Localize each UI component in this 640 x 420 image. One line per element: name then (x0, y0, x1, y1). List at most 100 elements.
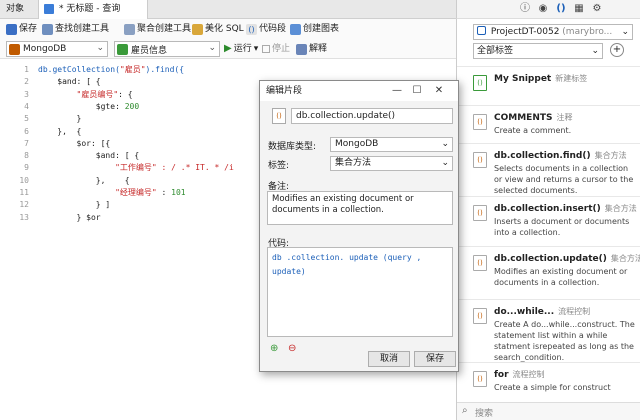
run-dropdown-icon: ▾ (253, 44, 259, 54)
aggregate-builder-button[interactable]: 聚合创建工具 (124, 22, 191, 36)
code-token: } $or (38, 212, 101, 222)
code-token: $and: [ { (38, 77, 101, 87)
close-icon[interactable]: ✕ (432, 83, 446, 99)
snippet-category: 集合方法 (604, 204, 637, 213)
tab-query[interactable]: * 无标题 - 查询 (38, 0, 148, 19)
snippet-file-icon: () (272, 108, 286, 124)
code-token: $gte: (38, 101, 125, 111)
tag-select[interactable]: 集合方法 ⌄ (330, 156, 453, 171)
snippet-category: 流程控制 (558, 307, 591, 316)
snippet-title-text: db.collection.update() (494, 254, 607, 264)
code-line: } $or (38, 213, 101, 223)
code-token: "工作编号" : / .* IT. * /i (115, 163, 234, 173)
create-chart-button[interactable]: 创建图表 (290, 22, 339, 36)
db-type-select[interactable]: MongoDB ⌄ (330, 137, 453, 152)
code-line: $and: [ { (38, 151, 139, 161)
save-snippet-button[interactable]: 保存 (414, 351, 456, 367)
grid-icon[interactable]: ▦ (573, 3, 585, 15)
code-line: }, { (38, 127, 81, 137)
eye-icon[interactable]: ◉ (537, 3, 549, 15)
snippet-item[interactable]: () My Snippet 新建标签 (457, 66, 640, 105)
save-button[interactable]: 保存 (6, 22, 37, 36)
code-token: 101 (171, 188, 186, 197)
stop-button[interactable]: 停止 (262, 42, 290, 56)
braces-icon[interactable]: () (555, 3, 567, 15)
beautify-button[interactable]: 美化 SQL (192, 22, 244, 36)
project-icon (477, 26, 486, 35)
play-icon: ▶ (224, 43, 232, 54)
snippet-title-text: db.collection.insert() (494, 204, 601, 214)
code-token: } ] (38, 200, 111, 210)
tag-filter-select[interactable]: 全部标签 ⌄ (473, 43, 603, 59)
add-snippet-icon[interactable]: + (610, 43, 624, 57)
tab-objects[interactable]: 对象 (0, 0, 38, 19)
snippet-title-text: COMMENTS (494, 113, 553, 123)
explain-button[interactable]: 解释 (296, 42, 327, 56)
snippet-button[interactable]: () 代码段 (246, 22, 286, 36)
maximize-icon[interactable]: ☐ (410, 83, 424, 99)
line-number: 12 (19, 200, 29, 210)
chart-icon (290, 23, 301, 35)
chevron-down-icon: ⌄ (591, 46, 599, 56)
minimize-icon[interactable]: — (390, 83, 404, 99)
snippet-description: Create A do...while...construct. The sta… (494, 320, 635, 362)
snippet-category: 新建标签 (555, 74, 588, 83)
snippet-search[interactable]: ⌕ 搜索 (457, 402, 640, 420)
beautify-icon (192, 23, 203, 35)
snippet-icon: () (473, 308, 487, 324)
snippet-description: Create a comment. (494, 126, 572, 135)
snippet-description: Inserts a document or documents into a c… (494, 217, 630, 237)
snippet-icon: () (473, 255, 487, 271)
snippet-item[interactable]: () db.collection.insert() 集合方法 Inserts a do… (457, 196, 640, 246)
snippet-icon: () (473, 205, 487, 221)
snippet-name-input[interactable]: db.collection.update() (291, 108, 453, 124)
snippet-category: 集合方法 (594, 151, 627, 160)
snippet-item[interactable]: () do...while... 流程控制 Create A do...while..… (457, 299, 640, 362)
code-token: db.getCollection( (38, 65, 120, 74)
note-textarea[interactable]: Modifies an existing document or documen… (267, 191, 453, 225)
line-number: 3 (24, 89, 29, 99)
code-token: $or: [{ (38, 138, 111, 148)
snippet-title: do...while... 流程控制 (494, 306, 590, 317)
search-icon: ⌕ (462, 405, 468, 416)
run-button[interactable]: ▶ 运行 ▾ (224, 42, 258, 56)
code-token: "经理编号" (115, 188, 157, 197)
dialog-titlebar: 编辑片段 — ☐ ✕ (260, 81, 458, 101)
code-token: "雇员" (119, 65, 146, 74)
snippet-icon: () (473, 75, 487, 91)
edit-snippet-dialog: 编辑片段 — ☐ ✕ () db.collection.update() 数据库… (259, 80, 459, 372)
snippet-description: Selects documents in a collection or vie… (494, 164, 634, 195)
find-builder-button[interactable]: 查找创建工具 (42, 22, 109, 36)
code-textarea[interactable]: db .collection. update (query , update) (267, 247, 453, 337)
tab-query-label: * 无标题 - 查询 (59, 4, 121, 14)
cancel-button[interactable]: 取消 (368, 351, 410, 367)
line-number: 6 (24, 126, 29, 136)
snippet-category: 注释 (556, 113, 573, 122)
connection-select[interactable]: MongoDB ⌄ (6, 41, 108, 57)
code-token: $and: [ { (38, 151, 140, 161)
main-toolbar: 保存 查找创建工具 聚合创建工具 美化 SQL () 代码段 创建图表 (0, 19, 456, 39)
gear-icon[interactable]: ⚙ (591, 3, 603, 15)
snippet-item[interactable]: () db.collection.update() 集合方法 Modifies an … (457, 246, 640, 299)
line-number: 7 (24, 138, 29, 148)
project-select[interactable]: ProjectDT-0052 (marybro... ⌄ (473, 24, 633, 40)
snippet-item[interactable]: () db.collection.find() 集合方法 Selects docume… (457, 143, 640, 196)
snippet-icon: () (246, 23, 257, 35)
snippet-item[interactable]: () for 流程控制 Create a simple for construct (457, 362, 640, 401)
remove-placeholder-icon[interactable]: ⊖ (288, 343, 296, 354)
info-icon[interactable]: ⓘ (519, 3, 531, 15)
snippet-title: db.collection.update() 集合方法 (494, 253, 640, 264)
snippet-item[interactable]: () COMMENTS 注释 Create a comment. (457, 105, 640, 143)
line-number: 1 (24, 65, 29, 74)
snippet-title: db.collection.insert() 集合方法 (494, 203, 637, 214)
line-number: 9 (24, 163, 29, 173)
code-token: ).find({ (145, 65, 185, 74)
code-token: 200 (124, 101, 140, 111)
code-token: } (38, 114, 82, 124)
tab-bar: 对象 * 无标题 - 查询 (0, 0, 456, 19)
code-token: : (156, 188, 172, 197)
add-placeholder-icon[interactable]: ⊕ (270, 343, 278, 354)
chevron-down-icon: ⌄ (208, 43, 216, 53)
database-select[interactable]: 雇员信息 ⌄ (114, 41, 220, 57)
